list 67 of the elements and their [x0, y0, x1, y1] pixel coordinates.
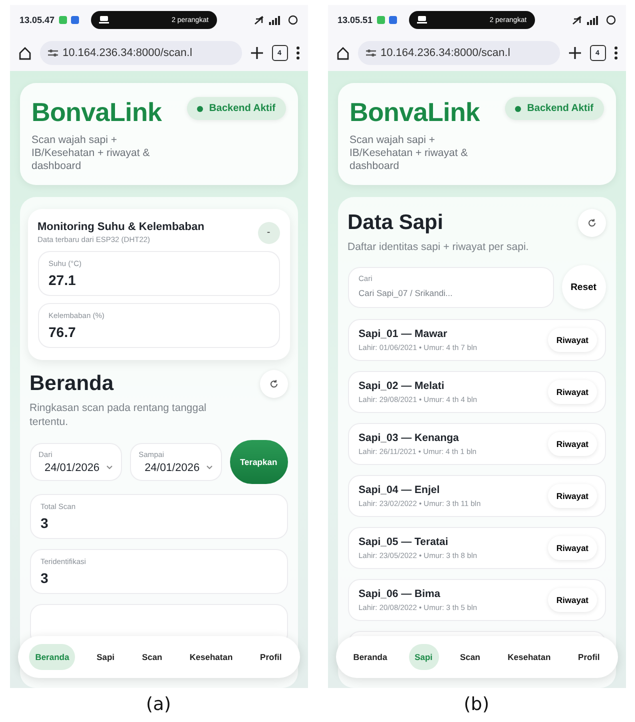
history-button[interactable]: Riwayat — [548, 432, 596, 456]
apply-button[interactable]: Terapkan — [230, 440, 288, 484]
collapse-button[interactable]: - — [258, 222, 280, 244]
address-bar[interactable]: 10.164.236.34:8000/scan.l — [40, 41, 242, 65]
section-title: Beranda — [30, 372, 114, 396]
app-tagline: Scan wajah sapi + IB/Kesehatan + riwayat & dashboard — [32, 134, 151, 174]
chevron-down-icon — [206, 465, 213, 470]
home-icon[interactable] — [336, 46, 350, 60]
metric-value: 27.1 — [48, 272, 77, 288]
nav-tab[interactable]: Kesehatan — [502, 644, 557, 670]
nav-tab[interactable]: Profil — [572, 644, 606, 670]
history-button[interactable]: Riwayat — [548, 484, 596, 508]
stat-value: 3 — [40, 514, 50, 531]
cattle-name: Sapi_03 — Kenanga — [358, 432, 460, 444]
new-tab-icon[interactable] — [568, 46, 582, 60]
chevron-down-icon — [106, 465, 113, 470]
nav-tab[interactable]: Profil — [254, 644, 288, 670]
history-button[interactable]: Riwayat — [548, 536, 596, 560]
cattle-name: Sapi_02 — Melati — [358, 380, 446, 392]
app-logo: BonvaLink — [350, 97, 481, 128]
status-badge: Backend Aktif — [505, 97, 604, 120]
section-subtitle: Ringkasan scan pada rentang tanggal tertentu. — [30, 402, 208, 430]
battery-icon — [288, 15, 298, 25]
cattle-name: Sapi_06 — Bima — [358, 588, 442, 600]
home-icon[interactable] — [18, 46, 32, 60]
search-field[interactable]: Cari Sapi_07 / Srikandi... — [358, 284, 542, 298]
figure-caption: (b) — [464, 694, 490, 715]
nav-tab[interactable]: Scan — [136, 644, 168, 670]
signal-icon — [268, 16, 282, 24]
nav-tab[interactable]: Beranda — [347, 644, 394, 670]
history-button[interactable]: Riwayat — [548, 328, 596, 352]
signal-icon — [586, 16, 600, 24]
refresh-icon — [586, 218, 596, 228]
stat-value: 3 — [40, 570, 50, 586]
metric-value: 76.7 — [48, 324, 77, 340]
card-title: Monitoring Suhu & Kelembaban — [38, 221, 204, 234]
nav-tab[interactable]: Sapi — [90, 644, 121, 670]
history-button[interactable]: Riwayat — [548, 380, 596, 404]
section-title: Data Sapi — [348, 211, 444, 236]
nav-tab[interactable]: Sapi — [408, 644, 439, 670]
cattle-name: Sapi_05 — Teratai — [358, 536, 450, 548]
status-time: 13.05.51 — [338, 15, 373, 25]
section-subtitle: Daftar identitas sapi + riwayat per sapi. — [348, 241, 530, 256]
app-logo: BonvaLink — [32, 97, 163, 128]
cattle-name: Sapi_04 — Enjel — [358, 484, 441, 496]
reset-button[interactable]: Reset — [562, 265, 606, 310]
nav-tab[interactable]: Beranda — [29, 644, 76, 670]
refresh-button[interactable] — [260, 370, 288, 398]
cast-icon — [416, 16, 427, 24]
refresh-button[interactable] — [578, 209, 606, 238]
figure-caption: (a) — [146, 694, 172, 715]
nav-tab[interactable]: Scan — [454, 644, 486, 670]
refresh-icon — [268, 379, 278, 390]
history-button[interactable]: Riwayat — [548, 588, 596, 612]
new-tab-icon[interactable] — [250, 46, 264, 60]
cattle-name: Sapi_01 — Mawar — [358, 328, 448, 340]
address-bar[interactable]: 10.164.236.34:8000/scan.l — [358, 41, 560, 65]
more-menu-icon[interactable] — [296, 46, 300, 60]
site-settings-icon — [48, 49, 58, 57]
site-settings-icon — [366, 49, 376, 57]
cast-icon — [98, 16, 109, 24]
nav-tab[interactable]: Kesehatan — [184, 644, 239, 670]
status-time: 13.05.47 — [20, 15, 55, 25]
app-tagline: Scan wajah sapi + IB/Kesehatan + riwayat & dashboard — [350, 134, 469, 174]
status-badge: Backend Aktif — [187, 97, 286, 120]
more-menu-icon[interactable] — [614, 46, 618, 60]
battery-icon — [606, 15, 616, 25]
